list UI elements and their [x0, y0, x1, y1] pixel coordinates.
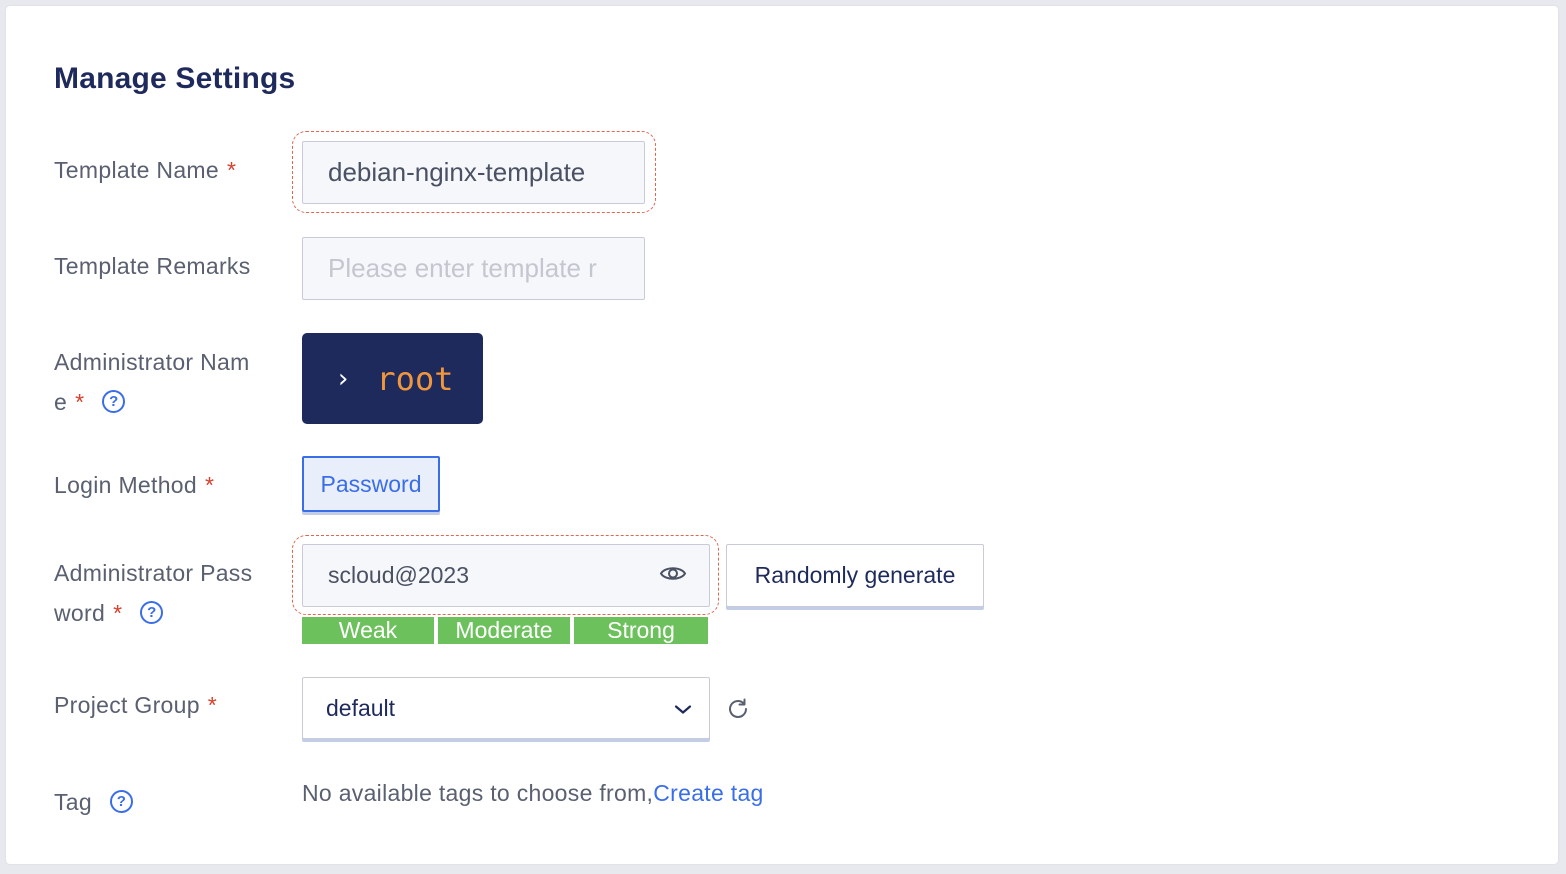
required-marker: * [113, 600, 123, 626]
login-method-password-option[interactable]: Password [302, 456, 440, 512]
randomly-generate-button[interactable]: Randomly generate [726, 544, 984, 607]
template-remarks-input[interactable]: Please enter template r [302, 237, 645, 300]
admin-password-input[interactable]: scloud@2023 [302, 544, 710, 607]
project-group-select[interactable]: default [302, 677, 710, 739]
help-icon[interactable]: ? [109, 790, 133, 814]
template-remarks-label: Template Remarks [54, 253, 251, 279]
admin-name-terminal: › root [302, 333, 483, 424]
required-marker: * [207, 692, 218, 718]
tag-empty-message: No available tags to choose from,Create … [302, 780, 764, 806]
create-tag-link[interactable]: Create tag [653, 780, 763, 806]
page-title: Manage Settings [54, 62, 296, 95]
admin-password-label: Administrator Pass word *? [54, 560, 253, 626]
template-name-input[interactable]: debian-nginx-template [302, 141, 645, 204]
template-name-label: Template Name * [54, 157, 237, 183]
strength-moderate: Moderate [438, 617, 570, 644]
strength-weak: Weak [302, 617, 434, 644]
eye-icon[interactable] [659, 562, 687, 589]
refresh-icon[interactable] [725, 696, 751, 727]
required-marker: * [204, 472, 215, 498]
required-marker: * [226, 157, 237, 183]
login-method-label: Login Method * [54, 472, 215, 498]
tag-label: Tag? [54, 782, 276, 822]
chevron-down-icon [673, 695, 693, 722]
help-icon[interactable]: ? [140, 601, 164, 625]
help-icon[interactable]: ? [102, 390, 126, 414]
terminal-prompt-icon: › [338, 363, 349, 394]
admin-name-value: root [376, 359, 454, 398]
settings-card [6, 6, 1558, 864]
project-group-label: Project Group * [54, 692, 218, 718]
admin-name-label: Administrator Nam e *? [54, 349, 250, 415]
required-marker: * [75, 389, 85, 415]
strength-strong: Strong [574, 617, 708, 644]
template-remarks-placeholder: Please enter template r [328, 253, 597, 283]
